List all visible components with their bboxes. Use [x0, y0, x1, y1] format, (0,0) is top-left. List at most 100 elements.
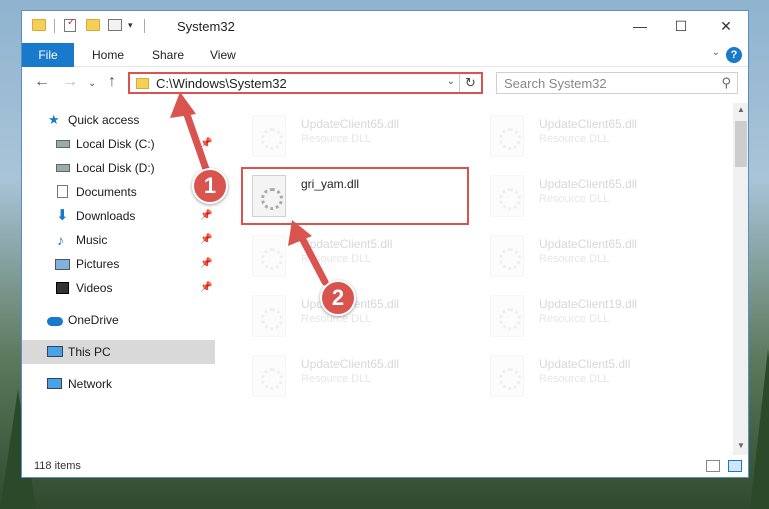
sidebar-item-local-disk-d[interactable]: Local Disk (D:) — [22, 156, 215, 180]
video-icon — [56, 282, 69, 294]
tab-share[interactable]: Share — [152, 43, 184, 67]
close-button[interactable]: ✕ — [716, 17, 736, 35]
refresh-icon[interactable]: ↻ — [459, 74, 481, 92]
address-dropdown-icon[interactable]: ⌄ — [447, 76, 455, 87]
ribbon-tabs: File Home Share View ⌄ ? — [22, 43, 748, 67]
file-type: Resource DLL — [539, 133, 610, 145]
file-type: Resource DLL — [301, 133, 372, 145]
file-name: UpdateClient65.dll — [539, 177, 638, 191]
customize-icon[interactable] — [108, 19, 122, 31]
sidebar-item-music[interactable]: ♪ Music 📌 — [22, 228, 215, 252]
file-type: Resource DLL — [301, 373, 372, 385]
address-path[interactable]: C:\Windows\System32 — [156, 76, 287, 91]
explorer-window: ✓ ▾ System32 — ☐ ✕ File Home Share View … — [21, 10, 749, 478]
sidebar-item-label: Videos — [76, 281, 113, 295]
sidebar-item-pictures[interactable]: Pictures 📌 — [22, 252, 215, 276]
tab-file[interactable]: File — [22, 43, 74, 67]
new-folder-icon[interactable] — [86, 19, 100, 31]
pin-icon[interactable]: 📌 — [200, 252, 212, 276]
file-item[interactable]: UpdateClient65.dll Resource DLL — [239, 351, 459, 407]
file-item[interactable]: UpdateClient5.dll Resource DLL — [239, 231, 459, 287]
file-item[interactable]: UpdateClient19.dll Resource DLL — [477, 291, 697, 347]
dll-file-icon — [490, 355, 524, 397]
file-item[interactable]: UpdateClient65.dll Resource DLL — [477, 111, 697, 167]
separator — [144, 19, 145, 33]
scroll-up-icon[interactable]: ▲ — [733, 105, 748, 114]
ribbon-expand-icon[interactable]: ⌄ — [712, 47, 720, 58]
sidebar-item-label: Music — [76, 233, 108, 247]
recent-locations-icon[interactable]: ⌄ — [88, 75, 96, 93]
properties-icon[interactable]: ✓ — [64, 17, 76, 32]
network-icon — [47, 378, 62, 389]
dll-file-icon — [252, 355, 286, 397]
address-bar[interactable]: C:\Windows\System32 ⌄ ↻ — [128, 72, 483, 94]
vertical-scrollbar[interactable]: ▲ ▼ — [733, 103, 748, 455]
status-bar: 118 items — [22, 455, 748, 477]
file-name: UpdateClient65.dll — [301, 117, 400, 131]
sidebar-item-documents[interactable]: Documents 📌 — [22, 180, 215, 204]
item-count: 118 items — [34, 460, 81, 472]
sidebar-item-onedrive[interactable]: OneDrive — [22, 308, 215, 332]
minimize-button[interactable]: — — [630, 17, 650, 35]
sidebar-item-local-disk-c[interactable]: Local Disk (C:) 📌 — [22, 132, 215, 156]
scroll-down-icon[interactable]: ▼ — [733, 441, 748, 450]
picture-icon — [55, 259, 70, 270]
sidebar-item-quick-access[interactable]: ★ Quick access — [22, 108, 215, 132]
dll-file-icon — [490, 295, 524, 337]
maximize-button[interactable]: ☐ — [671, 17, 691, 35]
step-2-badge: 2 — [320, 280, 356, 316]
search-input[interactable] — [504, 74, 714, 92]
pin-icon[interactable]: 📌 — [200, 132, 212, 156]
up-arrow-icon[interactable]: ↑ — [108, 73, 116, 91]
drive-icon — [56, 140, 70, 148]
sidebar-item-label: Local Disk (D:) — [76, 161, 155, 175]
download-icon: ⬇ — [56, 207, 69, 224]
folder-icon — [136, 78, 149, 89]
folder-icon — [32, 19, 46, 31]
tab-view[interactable]: View — [210, 43, 236, 67]
drive-icon — [56, 164, 70, 172]
pin-icon[interactable]: 📌 — [200, 204, 212, 228]
sidebar-item-network[interactable]: Network — [22, 372, 215, 396]
dll-file-icon — [490, 235, 524, 277]
file-list: UpdateClient65.dll Resource DLL UpdateCl… — [227, 103, 732, 458]
dll-file-icon — [490, 175, 524, 217]
sidebar-item-this-pc[interactable]: This PC — [22, 340, 215, 364]
sidebar-item-downloads[interactable]: ⬇ Downloads 📌 — [22, 204, 215, 228]
computer-icon — [47, 346, 63, 357]
sidebar-item-label: Quick access — [68, 113, 140, 127]
back-arrow-icon[interactable]: ← — [34, 73, 50, 91]
sidebar-item-label: Documents — [76, 185, 137, 199]
file-type: Resource DLL — [539, 193, 610, 205]
file-name: UpdateClient65.dll — [539, 237, 638, 251]
search-box[interactable]: ⚲ — [496, 72, 738, 94]
file-item[interactable]: UpdateClient65.dll Resource DLL — [477, 231, 697, 287]
search-icon: ⚲ — [721, 75, 731, 90]
forward-arrow-icon[interactable]: → — [62, 73, 78, 91]
help-icon[interactable]: ? — [726, 47, 742, 63]
file-type: Resource DLL — [539, 253, 610, 265]
details-view-icon[interactable] — [706, 460, 720, 472]
file-item[interactable]: UpdateClient65.dll Resource DLL — [477, 171, 697, 227]
title-bar: ✓ ▾ System32 — ☐ ✕ — [22, 11, 748, 43]
sidebar-item-label: Local Disk (C:) — [76, 137, 155, 151]
qat-dropdown-icon[interactable]: ▾ — [128, 20, 133, 31]
dll-file-icon — [252, 295, 286, 337]
file-type: Resource DLL — [301, 253, 372, 265]
tab-home[interactable]: Home — [92, 43, 124, 67]
scroll-thumb[interactable] — [735, 121, 747, 167]
file-highlight-box — [241, 167, 469, 225]
navigation-bar: ← → ⌄ ↑ C:\Windows\System32 ⌄ ↻ ⚲ — [22, 67, 748, 99]
file-item[interactable]: UpdateClient65.dll Resource DLL — [239, 111, 459, 167]
file-name: UpdateClient5.dll — [539, 357, 631, 371]
pin-icon[interactable]: 📌 — [200, 228, 212, 252]
large-icons-view-icon[interactable] — [728, 460, 742, 472]
music-icon: ♪ — [57, 232, 64, 248]
window-title: System32 — [177, 19, 235, 34]
sidebar-item-label: Pictures — [76, 257, 120, 271]
pin-icon[interactable]: 📌 — [200, 276, 212, 300]
dll-file-icon — [252, 235, 286, 277]
sidebar-item-videos[interactable]: Videos 📌 — [22, 276, 215, 300]
file-item[interactable]: UpdateClient5.dll Resource DLL — [477, 351, 697, 407]
sidebar-item-label: Network — [68, 377, 113, 391]
